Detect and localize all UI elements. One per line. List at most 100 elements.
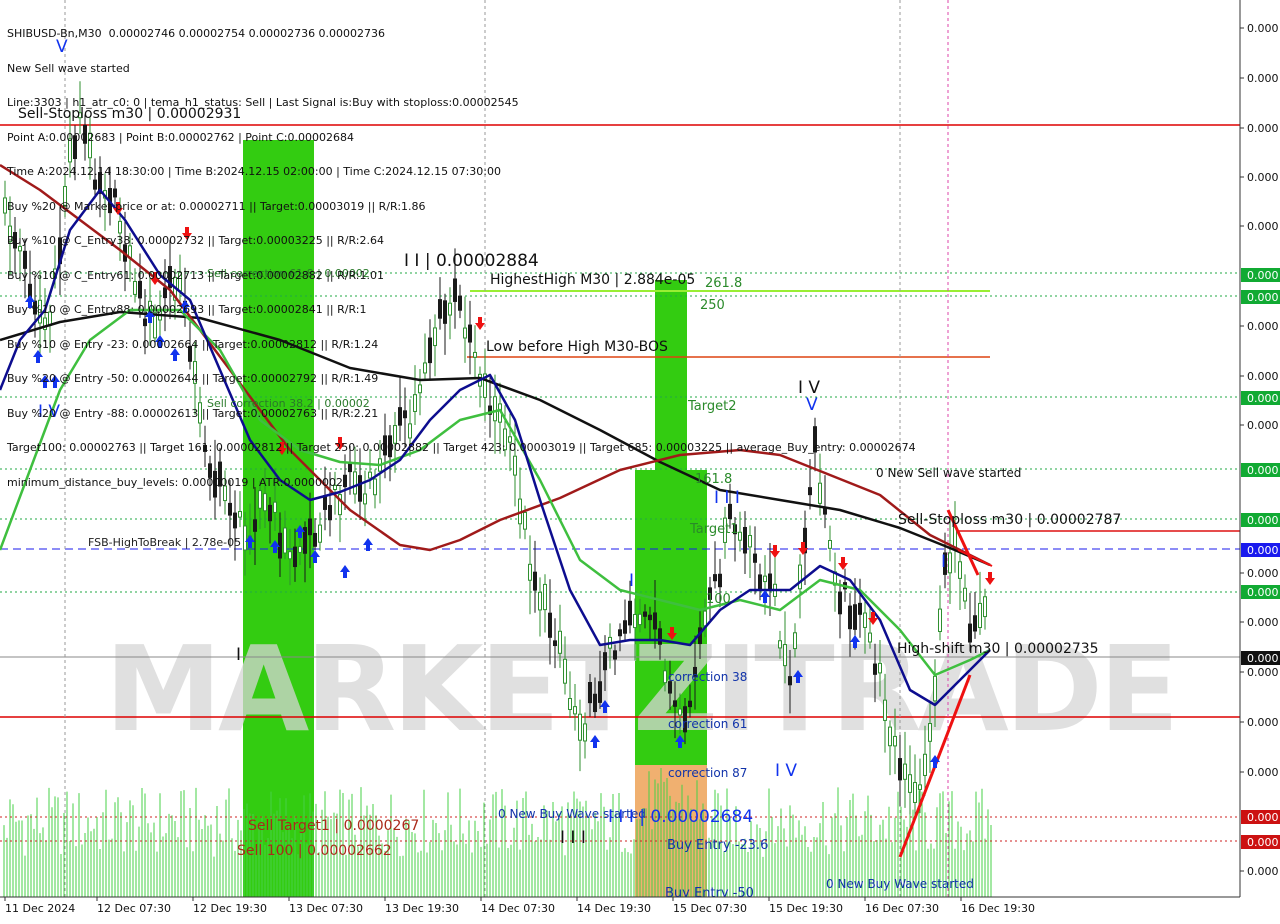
candle-body bbox=[978, 602, 982, 629]
y-tick-label: 0.000 bbox=[1247, 220, 1279, 233]
x-tick-label: 12 Dec 19:30 bbox=[193, 902, 267, 915]
y-tick-label: 0.000 bbox=[1247, 122, 1279, 135]
candle-body bbox=[938, 608, 942, 632]
candle-body bbox=[893, 735, 897, 747]
x-tick-label: 15 Dec 07:30 bbox=[673, 902, 747, 915]
info-line: Buy %10 @ Entry -23: 0.00002664 || Targe… bbox=[7, 337, 379, 351]
candle-body bbox=[798, 564, 802, 590]
candle-body bbox=[283, 527, 287, 554]
y-tick-label: 0.000 bbox=[1247, 666, 1279, 679]
price-tag-label: 0.000 bbox=[1247, 269, 1279, 282]
candle-body bbox=[873, 663, 877, 675]
candle-body bbox=[563, 658, 567, 684]
candle-body bbox=[758, 574, 762, 591]
candle-body bbox=[778, 640, 782, 649]
candle-body bbox=[658, 628, 662, 645]
candle-body bbox=[253, 519, 257, 532]
x-tick-label: 16 Dec 07:30 bbox=[865, 902, 939, 915]
candle-body bbox=[858, 602, 862, 615]
candle-body bbox=[963, 587, 967, 602]
candle-body bbox=[713, 574, 717, 582]
y-tick-label: 0.000 bbox=[1247, 171, 1279, 184]
candle-body bbox=[618, 629, 622, 637]
candle-body bbox=[913, 782, 917, 803]
wave-label: I V bbox=[775, 761, 797, 781]
candle-body bbox=[768, 573, 772, 590]
high-shift-label: High-shift m30 | 0.00002735 bbox=[897, 641, 1099, 657]
y-tick-label: 0.000 bbox=[1247, 616, 1279, 629]
sell-stoploss-label: Sell-Stoploss m30 | 0.00002787 bbox=[898, 512, 1121, 528]
candle-body bbox=[663, 670, 667, 684]
candle-body bbox=[528, 563, 532, 581]
info-line: Buy %10 @ C_Entry61: 0.00002713 || Targe… bbox=[7, 268, 384, 282]
fsb-label: FSB-HighToBreak | 2.78e-05 bbox=[88, 536, 241, 549]
candle-body bbox=[838, 591, 842, 615]
info-line: Buy %10 @ C_Entry38: 0.00002732 || Targe… bbox=[7, 234, 384, 247]
candle-body bbox=[593, 693, 597, 713]
candle-body bbox=[868, 632, 872, 643]
x-tick-label: 16 Dec 19:30 bbox=[961, 902, 1035, 915]
candle-body bbox=[888, 726, 892, 747]
y-axis-background bbox=[1240, 0, 1280, 920]
info-line: Buy %10 @ C_Entry88: 0.00002693 || Targe… bbox=[7, 303, 367, 316]
price-tag-label: 0.000 bbox=[1247, 544, 1279, 557]
candle-body bbox=[548, 612, 552, 638]
candle-body bbox=[983, 596, 987, 618]
candle-body bbox=[738, 531, 742, 541]
sell-target-label: Sell Target1 | 0.0000267 bbox=[248, 818, 419, 834]
candle-body bbox=[878, 662, 882, 674]
candle-body bbox=[543, 583, 547, 611]
candle-body bbox=[573, 706, 577, 715]
candle-body bbox=[703, 610, 707, 627]
info-panel: SHIBUSD-Bn,M30 0.00002746 0.00002754 0.0… bbox=[7, 5, 916, 511]
price-tag-label: 0.000 bbox=[1247, 836, 1279, 849]
candle-body bbox=[743, 526, 747, 554]
candle-body bbox=[973, 615, 977, 632]
x-tick-label: 11 Dec 2024 bbox=[5, 902, 75, 915]
candle-body bbox=[958, 561, 962, 579]
candle-body bbox=[578, 713, 582, 741]
candle-body bbox=[748, 535, 752, 548]
candle-body bbox=[788, 676, 792, 686]
info-line: Point A:0.00002683 | Point B:0.00002762 … bbox=[7, 130, 354, 144]
candle-body bbox=[623, 620, 627, 634]
candle-body bbox=[558, 630, 562, 654]
info-line: Line:3303 | h1_atr_c0: 0 | tema_h1_statu… bbox=[7, 96, 519, 109]
info-line: minimum_distance_buy_levels: 0.00000019 … bbox=[7, 475, 343, 489]
wave-label: I bbox=[941, 552, 946, 572]
correction-label: correction 87 bbox=[668, 766, 747, 780]
candle-body bbox=[233, 512, 237, 529]
wave-label: I bbox=[629, 571, 634, 591]
candle-body bbox=[863, 612, 867, 628]
candle-body bbox=[553, 640, 557, 647]
wave-label: I bbox=[236, 645, 241, 665]
y-tick-label: 0.000 bbox=[1247, 865, 1279, 878]
info-line: Target100: 0.00002763 || Target 161: 0.0… bbox=[7, 441, 916, 454]
wave-label: I I I bbox=[560, 828, 586, 848]
fib-label: 100 bbox=[706, 592, 731, 607]
candle-body bbox=[598, 681, 602, 703]
candle-body bbox=[523, 511, 527, 530]
candle-body bbox=[603, 652, 607, 671]
x-tick-label: 14 Dec 07:30 bbox=[481, 902, 555, 915]
correction-label: correction 38 bbox=[668, 670, 747, 684]
x-tick-label: 12 Dec 07:30 bbox=[97, 902, 171, 915]
candle-body bbox=[628, 600, 632, 626]
candle-body bbox=[968, 623, 972, 643]
new-buy-wave-label: 0 New Buy Wave started bbox=[826, 877, 974, 891]
x-tick-label: 15 Dec 19:30 bbox=[769, 902, 843, 915]
candle-body bbox=[763, 575, 767, 583]
symbol-line: SHIBUSD-Bn,M30 0.00002746 0.00002754 0.0… bbox=[7, 27, 386, 40]
candle-body bbox=[923, 753, 927, 776]
candle-body bbox=[883, 699, 887, 721]
candle-body bbox=[293, 546, 297, 568]
candle-body bbox=[918, 784, 922, 790]
candle-body bbox=[653, 612, 657, 630]
y-tick-label: 0.000 bbox=[1247, 370, 1279, 383]
candle-body bbox=[238, 510, 242, 518]
price-tag-label: 0.000 bbox=[1247, 652, 1279, 665]
candle-body bbox=[613, 650, 617, 660]
candle-body bbox=[753, 553, 757, 563]
candle-body bbox=[783, 644, 787, 667]
candle-body bbox=[903, 763, 907, 780]
